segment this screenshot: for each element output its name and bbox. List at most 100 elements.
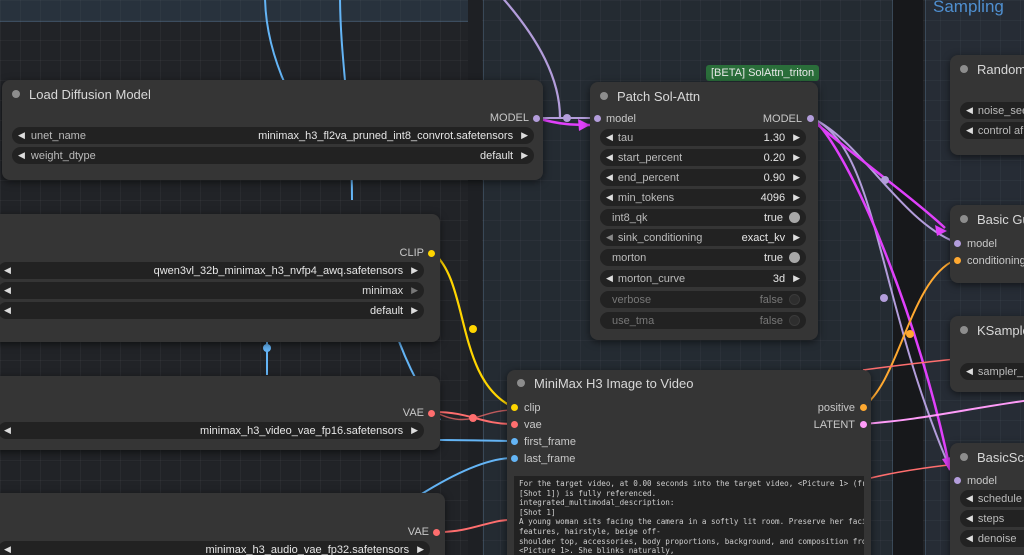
arrow-left-icon[interactable]: ◀ [606,172,613,183]
widget-scheduler[interactable]: ◀ schedule [960,490,1024,507]
node-ksampler[interactable]: KSampler ◀sampler_ [950,316,1024,392]
input-socket-model[interactable] [594,115,601,122]
node-basic-guider[interactable]: Basic Gu model conditioning [950,205,1024,283]
input-socket-first-frame[interactable] [511,438,518,445]
node-image-to-video[interactable]: MiniMax H3 Image to Video clip vae first… [507,370,871,555]
widget-morton-curve[interactable]: ◀ morton_curve 3d ▶ [600,270,806,287]
output-socket-model[interactable] [807,115,814,122]
arrow-left-icon[interactable]: ◀ [606,152,613,163]
input-label-model: model [967,475,997,487]
widget-start-percent[interactable]: ◀ start_percent 0.20 ▶ [600,149,806,166]
arrow-right-icon[interactable]: ▶ [417,544,424,555]
widget-audio-vae-name[interactable]: ◀ minimax_h3_audio_vae_fp32.safetensors ▶ [0,541,430,555]
arrow-left-icon[interactable]: ◀ [4,305,11,316]
node-patch-sol-attn[interactable]: Patch Sol-Attn model MODEL ◀ tau 1.30 ▶ ◀ st… [590,82,818,340]
widget-control-after[interactable]: ◀ control af [960,122,1024,139]
arrow-left-icon[interactable]: ◀ [4,265,11,276]
node-basic-scheduler[interactable]: BasicSch model ◀schedule ◀steps ◀denoise [950,443,1024,555]
input-socket-model[interactable] [954,240,961,247]
collapse-dot-icon[interactable] [960,326,968,334]
arrow-left-icon[interactable]: ◀ [966,513,973,524]
node-graph-canvas[interactable]: Sampling Load Diffusion Model MODEL ◀ un… [0,0,1024,555]
arrow-left-icon[interactable]: ◀ [606,232,613,243]
node-audio-vae-loader[interactable]: VAE ◀ minimax_h3_audio_vae_fp32.safetenso… [0,493,445,555]
output-socket-model[interactable] [533,115,540,122]
widget-steps[interactable]: ◀ steps [960,510,1024,527]
prompt-textarea[interactable]: For the target video, at 0.00 seconds in… [514,476,864,555]
output-label-latent: LATENT [813,419,855,431]
widget-tau[interactable]: ◀ tau 1.30 ▶ [600,129,806,146]
arrow-right-icon[interactable]: ▶ [411,265,418,276]
output-socket-vae[interactable] [428,410,435,417]
output-socket-clip[interactable] [428,250,435,257]
collapse-dot-icon[interactable] [960,215,968,223]
widget-min-tokens[interactable]: ◀ min_tokens 4096 ▶ [600,189,806,206]
widget-use-tma[interactable]: use_tma false [600,312,806,329]
input-socket-clip[interactable] [511,404,518,411]
widget-weight-dtype[interactable]: ◀ weight_dtype default ▶ [12,147,534,164]
widget-clip-device[interactable]: ◀ default ▶ [0,302,424,319]
output-socket-positive[interactable] [860,404,867,411]
collapse-dot-icon[interactable] [12,90,20,98]
widget-denoise[interactable]: ◀ denoise [960,530,1024,547]
arrow-left-icon[interactable]: ◀ [606,192,613,203]
arrow-left-icon[interactable]: ◀ [966,125,973,136]
collapse-dot-icon[interactable] [517,379,525,387]
widget-verbose[interactable]: verbose false [600,291,806,308]
widget-sink-conditioning[interactable]: ◀ sink_conditioning exact_kv ▶ [600,229,806,246]
toggle-icon[interactable] [789,294,800,305]
widget-morton[interactable]: morton true [600,249,806,266]
arrow-left-icon[interactable]: ◀ [4,285,11,296]
input-label-model: model [606,113,636,125]
input-label-conditioning: conditioning [967,255,1024,267]
widget-clip-name[interactable]: ◀ qwen3vl_32b_minimax_h3_nvfp4_awq.safete… [0,262,424,279]
arrow-right-icon[interactable]: ▶ [411,425,418,436]
widget-int8-qk[interactable]: int8_qk true [600,209,806,226]
collapse-dot-icon[interactable] [960,453,968,461]
node-title: Basic Gu [977,211,1024,227]
output-socket-vae[interactable] [433,529,440,536]
input-socket-last-frame[interactable] [511,455,518,462]
arrow-left-icon[interactable]: ◀ [18,150,25,161]
arrow-right-icon[interactable]: ▶ [793,152,800,163]
arrow-left-icon[interactable]: ◀ [966,493,973,504]
input-label-first-frame: first_frame [524,436,576,448]
node-clip-loader[interactable]: CLIP ◀ qwen3vl_32b_minimax_h3_nvfp4_awq.s… [0,214,440,342]
node-random-noise[interactable]: RandomN ◀noise_see ◀control af [950,55,1024,155]
arrow-right-icon[interactable]: ▶ [521,150,528,161]
arrow-right-icon[interactable]: ▶ [793,273,800,284]
widget-unet-name[interactable]: ◀ unet_name minimax_h3_fl2va_pruned_int8_c… [12,127,534,144]
widget-end-percent[interactable]: ◀ end_percent 0.90 ▶ [600,169,806,186]
input-socket-conditioning[interactable] [954,257,961,264]
input-socket-model[interactable] [954,477,961,484]
toggle-icon[interactable] [789,212,800,223]
arrow-left-icon[interactable]: ◀ [966,105,973,116]
arrow-right-icon[interactable]: ▶ [411,285,418,296]
arrow-left-icon[interactable]: ◀ [606,273,613,284]
collapse-dot-icon[interactable] [960,65,968,73]
arrow-left-icon[interactable]: ◀ [966,366,973,377]
widget-clip-type[interactable]: ◀ minimax ▶ [0,282,424,299]
arrow-left-icon[interactable]: ◀ [606,132,613,143]
arrow-left-icon[interactable]: ◀ [4,544,11,555]
arrow-right-icon[interactable]: ▶ [521,130,528,141]
arrow-right-icon[interactable]: ▶ [793,192,800,203]
collapse-dot-icon[interactable] [600,92,608,100]
output-socket-latent[interactable] [860,421,867,428]
arrow-left-icon[interactable]: ◀ [4,425,11,436]
widget-vae-name[interactable]: ◀ minimax_h3_video_vae_fp16.safetensors ▶ [0,422,424,439]
arrow-left-icon[interactable]: ◀ [18,130,25,141]
arrow-right-icon[interactable]: ▶ [793,132,800,143]
input-socket-vae[interactable] [511,421,518,428]
toggle-icon[interactable] [789,315,800,326]
arrow-right-icon[interactable]: ▶ [411,305,418,316]
arrow-right-icon[interactable]: ▶ [793,172,800,183]
node-vae-loader[interactable]: VAE ◀ minimax_h3_video_vae_fp16.safetenso… [0,376,440,450]
widget-noise-seed[interactable]: ◀ noise_see [960,102,1024,119]
node-load-diffusion-model[interactable]: Load Diffusion Model MODEL ◀ unet_name min… [2,80,543,180]
arrow-left-icon[interactable]: ◀ [966,533,973,544]
widget-sampler-name[interactable]: ◀ sampler_ [960,363,1024,380]
arrow-right-icon[interactable]: ▶ [793,232,800,243]
node-title: MiniMax H3 Image to Video [534,375,694,391]
toggle-icon[interactable] [789,252,800,263]
